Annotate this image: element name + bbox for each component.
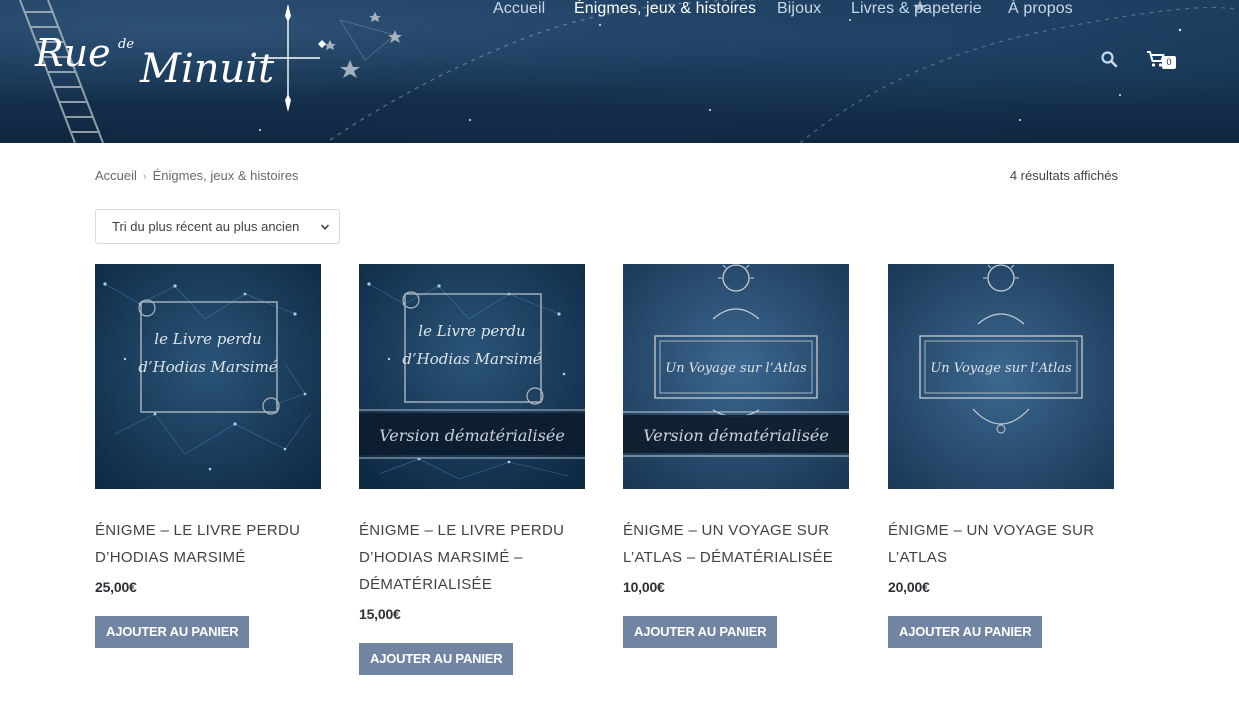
product-image-cover-text: Un Voyage sur l’Atlas <box>930 361 1072 376</box>
add-to-cart-button[interactable]: Ajouter au panier <box>359 643 514 675</box>
rue-de-minuit-logo[interactable]: Rue de Minuit <box>30 4 330 114</box>
product-title[interactable]: Énigme – Le livre perdu d’Hodias Marsimé <box>95 517 322 571</box>
nav-item-accueil[interactable]: Accueil <box>493 0 545 18</box>
product-image-banner-text: Version dématérialisée <box>379 426 565 445</box>
chevron-down-icon <box>320 224 330 230</box>
product-card: le Livre perdu d’Hodias Marsimé Énigme – … <box>95 264 322 648</box>
product-image-cover-text: d’Hodias Marsimé <box>402 350 541 368</box>
sort-selected-value: Tri du plus récent au plus ancien <box>112 219 300 234</box>
product-image-cover-text: le Livre perdu <box>154 330 261 348</box>
result-count: 4 résultats affichés <box>1009 168 1118 183</box>
nav-item-enigmes[interactable]: Énigmes, jeux & histoires <box>574 0 756 18</box>
site-header: Rue de Minuit Accueil Énigmes, jeux & hi… <box>0 0 1239 143</box>
nav-item-bijoux[interactable]: Bijoux <box>777 0 821 18</box>
search-icon[interactable] <box>1100 50 1118 68</box>
breadcrumb-current: Énigmes, jeux & histoires <box>152 168 299 183</box>
product-title[interactable]: Énigme – Le livre perdu d’Hodias Marsimé… <box>359 517 586 598</box>
product-price: 20,00€ <box>888 579 930 595</box>
svg-text:Minuit: Minuit <box>139 46 275 92</box>
svg-text:Rue: Rue <box>34 31 111 75</box>
add-to-cart-button[interactable]: Ajouter au panier <box>95 616 250 648</box>
product-card: Un Voyage sur l’Atlas Version dématériali… <box>623 264 850 648</box>
product-image-cover-text: Un Voyage sur l’Atlas <box>665 361 807 376</box>
product-price: 10,00€ <box>623 579 665 595</box>
product-image-banner-text: Version dématérialisée <box>643 426 829 445</box>
product-price: 25,00€ <box>95 579 137 595</box>
breadcrumb-separator: › <box>142 171 147 183</box>
product-image[interactable]: le Livre perdu d’Hodias Marsimé Version dé… <box>359 264 585 489</box>
nav-item-a-propos[interactable]: À propos <box>1008 0 1073 18</box>
sort-dropdown[interactable]: Tri du plus récent au plus ancien <box>95 209 340 244</box>
breadcrumb: Accueil › Énigmes, jeux & histoires <box>95 168 299 183</box>
add-to-cart-button[interactable]: Ajouter au panier <box>623 616 778 648</box>
product-image[interactable]: le Livre perdu d’Hodias Marsimé <box>95 264 321 489</box>
product-title[interactable]: Énigme – Un voyage sur l’Atlas – Dématér… <box>623 517 850 571</box>
breadcrumb-home-link[interactable]: Accueil <box>95 168 137 183</box>
add-to-cart-button[interactable]: Ajouter au panier <box>888 616 1043 648</box>
cart-count-badge: 0 <box>1162 56 1176 69</box>
product-image[interactable]: Un Voyage sur l’Atlas Version dématériali… <box>623 264 849 489</box>
product-image[interactable]: Un Voyage sur l’Atlas <box>888 264 1114 489</box>
nav-item-livres-papeterie[interactable]: Livres & papeterie <box>851 0 982 18</box>
product-price: 15,00€ <box>359 606 401 622</box>
svg-text:de: de <box>118 37 134 52</box>
product-title[interactable]: Énigme – Un voyage sur l’Atlas <box>888 517 1115 571</box>
product-image-cover-text: le Livre perdu <box>418 322 525 340</box>
product-image-cover-text: d’Hodias Marsimé <box>138 358 277 376</box>
product-card: le Livre perdu d’Hodias Marsimé Version dé… <box>359 264 586 675</box>
product-card: Un Voyage sur l’Atlas Énigme – Un voyage… <box>888 264 1115 648</box>
